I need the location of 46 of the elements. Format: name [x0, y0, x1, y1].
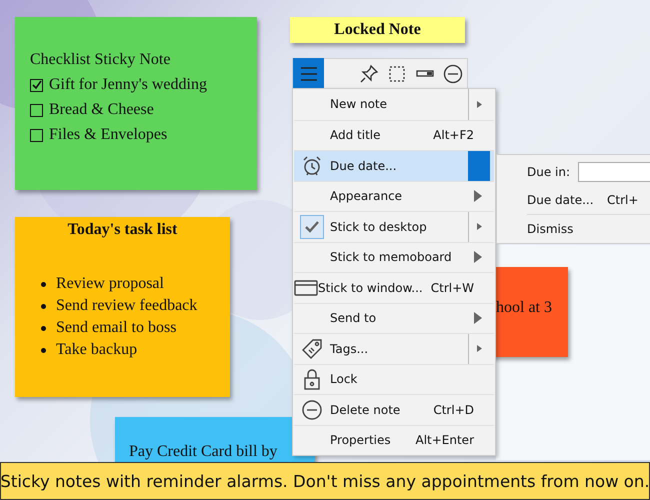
bullet-icon — [41, 348, 46, 352]
list-item: Send email to boss — [56, 319, 176, 337]
menu-item[interactable]: Due date... — [294, 150, 494, 180]
note-title: Today's task list — [66, 221, 178, 239]
checklist-item: Gift for Jenny's wedding — [49, 76, 207, 94]
menu-item[interactable]: Stick to desktop — [294, 211, 494, 242]
menu-button[interactable] — [293, 58, 324, 89]
shortcut-text: Alt+Enter — [415, 433, 474, 448]
tag-icon — [301, 338, 323, 360]
menu-item[interactable]: Appearance — [294, 180, 494, 211]
menu-item[interactable]: Tags... — [294, 333, 494, 364]
bullet-icon — [41, 304, 46, 308]
bullet-icon — [41, 282, 46, 286]
minus-circle-icon — [301, 398, 323, 421]
shortcut-text: Ctrl+D — [433, 402, 474, 417]
checkbox[interactable] — [30, 128, 43, 142]
caption-text: Sticky notes with reminder alarms. Don't miss any appointments from now on. — [0, 462, 650, 500]
checklist-item: Files & Envelopes — [49, 126, 168, 144]
alarm-clock-icon — [301, 154, 323, 177]
menu-item[interactable]: Send to — [294, 302, 494, 333]
bullet-icon — [41, 326, 46, 330]
note-text: hool at 3 — [496, 299, 552, 316]
window-icon — [294, 280, 318, 296]
menu-item[interactable]: Stick to window... Ctrl+W — [294, 272, 494, 302]
menu-item[interactable]: New note — [294, 89, 494, 120]
shortcut-text: Alt+F2 — [433, 128, 474, 142]
note-title: Locked Note — [334, 21, 421, 39]
menu-item[interactable]: Dismiss — [527, 214, 650, 243]
checklist-item: Bread & Cheese — [49, 101, 154, 119]
shortcut-text: Ctrl+W — [430, 280, 474, 295]
list-item: Take backup — [56, 341, 138, 359]
note-text: Pay Credit Card bill by — [129, 443, 278, 460]
menu-item[interactable]: Due date... Ctrl+ — [527, 186, 650, 214]
menu-icon — [300, 66, 316, 80]
input-field[interactable] — [578, 162, 650, 182]
menu-item[interactable]: Properties Alt+Enter — [294, 424, 494, 455]
menu-item[interactable]: Delete note Ctrl+D — [294, 394, 494, 424]
menu-item[interactable]: Stick to memoboard — [294, 242, 494, 272]
field-label: Due in: — [527, 165, 570, 179]
lock-icon — [303, 368, 321, 390]
menu-item[interactable]: Lock — [294, 364, 494, 394]
list-item: Send review feedback — [56, 297, 198, 315]
checkbox[interactable] — [30, 104, 43, 116]
list-item: Review proposal — [56, 275, 164, 293]
note-title: Checklist Sticky Note — [30, 51, 172, 69]
checkbox[interactable] — [30, 78, 43, 92]
